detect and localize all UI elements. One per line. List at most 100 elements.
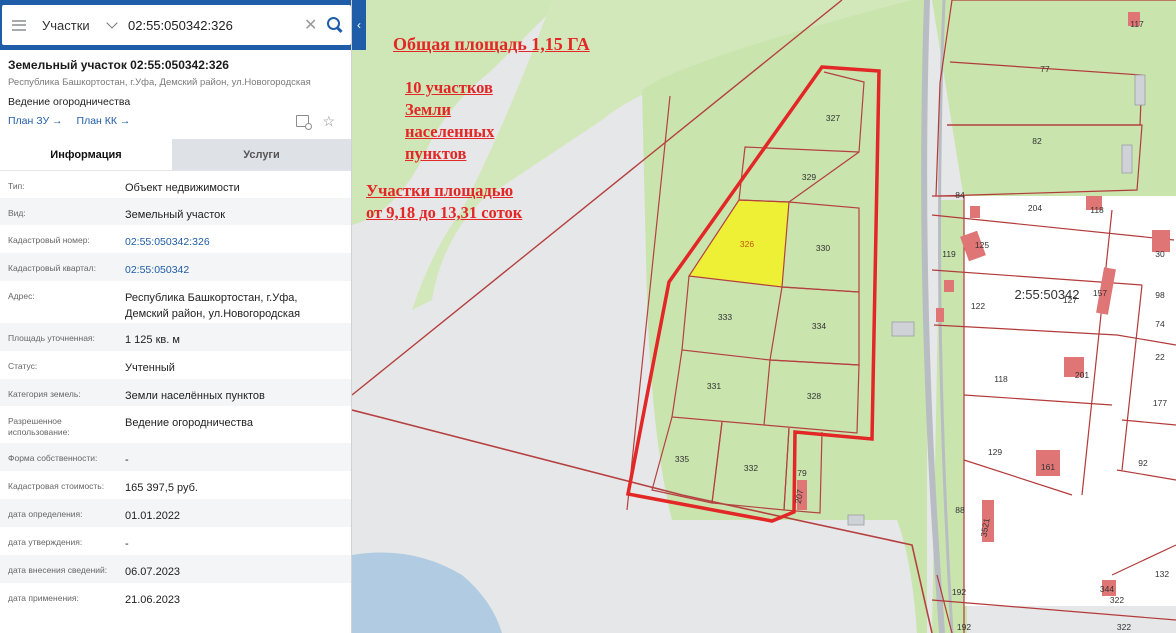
- plot-label: 332: [744, 463, 758, 473]
- annotation-line: населенных: [405, 122, 495, 141]
- parcel-label: 177: [1153, 398, 1167, 408]
- property-label: дата применения:: [8, 593, 79, 603]
- tabs: Информация Услуги: [0, 139, 351, 170]
- parcel-label: 118: [994, 374, 1008, 384]
- property-value: Ведение огородничества: [125, 417, 254, 429]
- parcel-label: 119: [942, 249, 956, 259]
- plot-label: 328: [807, 391, 821, 401]
- property-value: 06.07.2023: [125, 566, 181, 578]
- property-value: 21.06.2023: [125, 594, 181, 606]
- search-type-select[interactable]: Участки: [42, 18, 108, 33]
- search-bar: Участки ✕: [0, 0, 352, 50]
- plot-size-annotation: Участки площадью от 9,18 до 13,31 соток: [366, 180, 522, 224]
- property-value: Земельный участок: [125, 209, 226, 221]
- property-row: Форма собственности: -: [0, 443, 351, 471]
- property-label: Кадастровый номер:: [8, 235, 90, 245]
- star-icon[interactable]: ☆: [322, 114, 335, 128]
- close-icon[interactable]: ✕: [304, 15, 317, 35]
- plot-label: 334: [812, 321, 826, 331]
- property-label: Вид:: [8, 208, 26, 218]
- parcel-label: 117: [1130, 19, 1144, 29]
- plan-zu-label: План ЗУ: [8, 115, 50, 127]
- parcel-label: 322: [1117, 622, 1131, 632]
- property-row: Статус: Учтенный: [0, 351, 351, 379]
- parcel-label: 118: [1090, 205, 1104, 215]
- property-value-link[interactable]: 02:55:050342:326: [125, 234, 343, 250]
- property-row: дата определения: 01.01.2022: [0, 499, 351, 527]
- property-label: Категория земель:: [8, 389, 81, 399]
- parcel-label: 129: [988, 447, 1002, 457]
- property-label: Кадастровый квартал:: [8, 263, 96, 273]
- plan-kk-label: План КК: [76, 115, 118, 127]
- menu-icon[interactable]: [12, 19, 26, 31]
- parcel-label: 161: [1041, 462, 1055, 472]
- property-label: Площадь уточненная:: [8, 333, 95, 343]
- cadastral-map[interactable]: 327 329 326 330 333 334 331 328 335 332 …: [352, 0, 1176, 633]
- object-title: Земельный участок 02:55:050342:326: [8, 58, 229, 72]
- object-usage: Ведение огородничества: [8, 96, 131, 108]
- plan-kk-link[interactable]: План КК →: [77, 115, 131, 127]
- parcel-label: 84: [955, 190, 965, 200]
- annotation-line: от 9,18 до 13,31 соток: [366, 203, 523, 222]
- white-block: [964, 196, 1176, 606]
- property-label: дата внесения сведений:: [8, 565, 108, 575]
- document-search-icon[interactable]: [296, 115, 313, 130]
- property-value: Республика Башкортостан, г.Уфа, Демский …: [125, 292, 301, 320]
- annotation-line: Земли: [405, 100, 452, 119]
- property-value: Земли населённых пунктов: [125, 390, 265, 402]
- parcel-label: 122: [971, 301, 985, 311]
- property-row: дата утверждения: -: [0, 527, 351, 555]
- chevron-down-icon[interactable]: [106, 17, 118, 29]
- annotation-line: Участки площадью: [366, 181, 514, 200]
- property-label: Разрешенное использование:: [8, 416, 70, 437]
- parcel-label: 132: [1155, 569, 1169, 579]
- property-label: Статус:: [8, 361, 38, 371]
- property-value: -: [125, 538, 129, 550]
- property-label: Тип:: [8, 181, 25, 191]
- property-value: -: [125, 454, 129, 466]
- parcel-label: 192: [952, 587, 966, 597]
- parcel-label: 92: [1138, 458, 1148, 468]
- property-value: Учтенный: [125, 362, 175, 374]
- collapse-panel-button[interactable]: ‹: [352, 0, 366, 50]
- plot-label: 331: [707, 381, 721, 391]
- parcel-label: 2:55:50342: [1014, 287, 1079, 302]
- tab-services[interactable]: Услуги: [172, 139, 351, 170]
- parcel-label: 322: [1110, 595, 1124, 605]
- property-row: Площадь уточненная: 1 125 кв. м: [0, 323, 351, 351]
- property-label: дата определения:: [8, 509, 83, 519]
- plot-label: 326: [740, 239, 754, 249]
- parcel-label: 157: [1093, 288, 1107, 298]
- parcel-label: 125: [975, 240, 989, 250]
- info-panel: Участки ✕ Земельный участок 02:55:050342…: [0, 0, 352, 633]
- parcel-label: 201: [1075, 370, 1089, 380]
- property-value-link[interactable]: 02:55:050342: [125, 262, 343, 278]
- property-value: Объект недвижимости: [125, 182, 240, 194]
- property-row: Кадастровая стоимость: 165 397,5 руб.: [0, 471, 351, 499]
- plan-zu-link[interactable]: План ЗУ →: [8, 115, 63, 127]
- tab-info[interactable]: Информация: [0, 139, 172, 170]
- property-row: дата применения: 21.06.2023: [0, 583, 351, 611]
- parcel-label: 204: [1028, 203, 1042, 213]
- property-row: Разрешенное использование: Ведение огород…: [0, 406, 351, 443]
- plot-label: 329: [802, 172, 816, 182]
- property-row: Категория земель: Земли населённых пункто…: [0, 379, 351, 406]
- property-label: Адрес:: [8, 291, 35, 301]
- property-row: Кадастровый квартал: 02:55:050342: [0, 253, 351, 281]
- property-label: дата утверждения:: [8, 537, 83, 547]
- parcel-label: 192: [957, 622, 971, 632]
- property-row: Кадастровый номер: 02:55:050342:326: [0, 225, 351, 253]
- parcel-label: 77: [1040, 64, 1050, 74]
- object-links: План ЗУ → План КК → ☆: [8, 114, 343, 130]
- parcel-label: 82: [1032, 136, 1042, 146]
- annotation-line: 10 участков: [405, 78, 493, 97]
- plot-label: 333: [718, 312, 732, 322]
- plot-label: 330: [816, 243, 830, 253]
- annotation-line: пунктов: [405, 144, 467, 163]
- search-icon[interactable]: [327, 17, 343, 33]
- search-input[interactable]: [128, 17, 304, 33]
- property-value: 165 397,5 руб.: [125, 482, 198, 494]
- total-area-annotation: Общая площадь 1,15 ГА: [393, 34, 590, 54]
- parcel-label: 88: [955, 505, 965, 515]
- plot-label: 79: [797, 468, 807, 478]
